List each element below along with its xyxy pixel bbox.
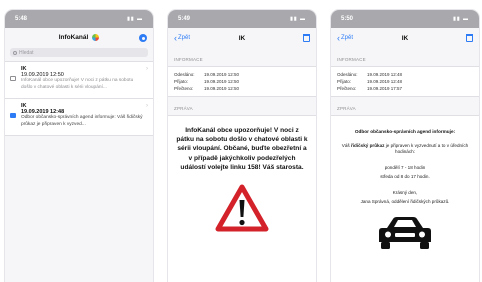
chevron-right-icon: › [146, 66, 148, 72]
chevron-left-icon: ‹ [337, 33, 340, 43]
meta-value: 19.09.2019 12:48 [367, 72, 403, 77]
message-body: Odbor občansko-správních agend informuje… [331, 115, 479, 282]
meta-row: Přijato: 19.09.2019 12:48 [337, 78, 473, 85]
paragraph-bold-text: řidičský průkaz [350, 143, 385, 148]
back-label: Zpět [341, 35, 354, 41]
office-hours-wednesday: středa od 8 do 17 hodin. [380, 174, 430, 180]
meta-row: Odesláno: 19.09.2019 12:50 [174, 71, 310, 78]
back-button[interactable]: ‹ Zpět [337, 33, 354, 43]
status-bar: 5:49 ▮▮ ▬ [168, 10, 316, 28]
status-time: 5:49 [178, 16, 191, 22]
meta-key: Přijato: [337, 79, 352, 84]
search-placeholder: Hledat [19, 49, 34, 56]
page-title: IK [238, 34, 246, 42]
meta-key: Přečteno: [174, 86, 194, 91]
app-title-text: InfoKanál [58, 34, 89, 42]
search-input[interactable]: Hledat [10, 48, 148, 57]
status-time: 5:48 [15, 16, 28, 22]
message-metadata: Odesláno: 19.09.2019 12:48 Přijato: 19.09.… [331, 66, 479, 97]
status-time: 5:50 [341, 16, 354, 22]
meta-key: Přijato: [174, 79, 189, 84]
message-metadata: Odesláno: 19.09.2019 12:50 Přijato: 19.09.… [168, 66, 316, 97]
app-title: InfoKanál [5, 34, 153, 42]
back-button[interactable]: ‹ Zpět [174, 33, 191, 43]
info-section-label: INFORMACE [337, 57, 366, 62]
phone-message-warning: 5:49 ▮▮ ▬ ‹ Zpět IK INFORMACE Odesláno: 1… [167, 9, 317, 282]
meta-row: Odesláno: 19.09.2019 12:48 [337, 71, 473, 78]
status-bar: 5:50 ▮▮ ▬ [331, 10, 479, 28]
screenshot-canvas: 5:48 ▮▮ ▬ InfoKanál Hledat › IK 19.09.20… [0, 0, 482, 282]
infokanal-logo-icon [92, 34, 100, 42]
message-paragraph: Váš řidičský průkaz je připraven k vyzve… [337, 143, 473, 156]
status-bar: 5:48 ▮▮ ▬ [5, 10, 153, 28]
meta-value: 19.09.2019 12:50 [204, 86, 240, 91]
message-section-label: ZPRÁVA [174, 106, 193, 111]
meta-key: Přečteno: [337, 86, 357, 91]
phone-inbox: 5:48 ▮▮ ▬ InfoKanál Hledat › IK 19.09.20… [4, 9, 154, 282]
meta-key: Odesláno: [337, 72, 358, 77]
signal-battery-icon: ▮▮ ▬ [290, 16, 306, 22]
meta-value: 19.09.2019 12:50 [204, 72, 240, 77]
message-section-label: ZPRÁVA [337, 106, 356, 111]
trash-icon[interactable] [303, 34, 310, 42]
trash-icon[interactable] [466, 34, 473, 42]
list-item[interactable]: › IK 19.09.2019 12:48 Odbor občansko-spr… [5, 99, 153, 136]
phone-message-license: 5:50 ▮▮ ▬ ‹ Zpět IK INFORMACE Odesláno: 1… [330, 9, 480, 282]
paragraph-text: Váš [341, 143, 350, 148]
message-preview: Odbor občansko-správních agend informuje… [21, 115, 143, 127]
meta-key: Odesláno: [174, 72, 195, 77]
chevron-left-icon: ‹ [174, 33, 177, 43]
envelope-icon [10, 76, 16, 81]
office-hours-monday: pondělí 7 - 18 hodin [384, 164, 426, 170]
meta-value: 19.09.2019 12:48 [367, 79, 403, 84]
message-preview: InfoKanál obce upozorňuje! V noci z pátk… [21, 78, 134, 90]
warning-triangle-icon [174, 184, 310, 232]
info-section-label: INFORMACE [174, 57, 203, 62]
envelope-unread-icon [10, 113, 16, 118]
search-icon [13, 50, 17, 55]
meta-row: Přečteno: 19.09.2019 12:50 [174, 85, 310, 92]
meta-value: 19.09.2019 17:57 [367, 86, 403, 91]
signal-battery-icon: ▮▮ ▬ [453, 16, 469, 22]
list-item[interactable]: › IK 19.09.2019 12:50 InfoKanál obce upo… [5, 62, 153, 99]
paragraph-text: je připraven k vyzvednutí a to v úředníc… [385, 143, 469, 155]
signal-battery-icon: ▮▮ ▬ [127, 16, 143, 22]
message-heading: Odbor občansko-správních agend informuje… [354, 129, 456, 134]
page-title: IK [401, 34, 409, 42]
message-text: InfoKanál obce upozorňuje! V noci z pátk… [176, 127, 308, 171]
meta-value: 19.09.2019 12:50 [204, 79, 240, 84]
nav-bar: ‹ Zpět IK [168, 28, 316, 48]
meta-row: Přijato: 19.09.2019 12:50 [174, 78, 310, 85]
back-label: Zpět [178, 35, 191, 41]
nav-bar: ‹ Zpět IK [331, 28, 479, 48]
message-body: InfoKanál obce upozorňuje! V noci z pátk… [168, 115, 316, 282]
chevron-right-icon: › [146, 103, 148, 109]
settings-icon[interactable] [139, 34, 147, 42]
greeting: Krásný den, [392, 189, 418, 195]
message-list: › IK 19.09.2019 12:50 InfoKanál obce upo… [5, 61, 153, 136]
car-icon [337, 215, 473, 251]
meta-row: Přečteno: 19.09.2019 17:57 [337, 85, 473, 92]
nav-bar: InfoKanál [5, 28, 153, 48]
signature: Jana Správná, oddělení řidičských průkaz… [360, 199, 450, 205]
